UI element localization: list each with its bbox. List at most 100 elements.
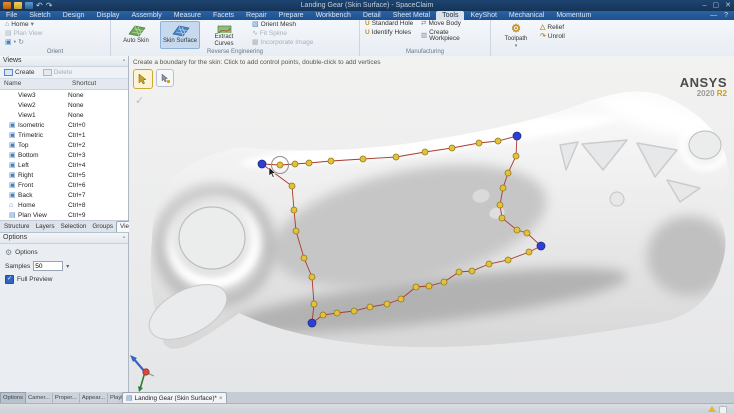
- full-preview-checkbox[interactable]: ✓: [5, 275, 14, 284]
- panel-tab-selection[interactable]: Selection: [57, 222, 89, 232]
- ribbon-tab-sketch[interactable]: Sketch: [23, 11, 56, 20]
- spline-control-point[interactable]: [513, 153, 519, 159]
- panel-tab-layers[interactable]: Layers: [33, 222, 58, 232]
- move-body-button[interactable]: ⇄ Move Body: [421, 21, 473, 28]
- ribbon-tab-display[interactable]: Display: [90, 11, 125, 20]
- extract-curves-button[interactable]: Extract Curves: [204, 21, 244, 49]
- dot-icon[interactable]: •: [14, 39, 16, 47]
- relief-button[interactable]: △ Relief: [540, 24, 565, 32]
- auto-skin-button[interactable]: Auto Skin: [116, 21, 156, 49]
- incorporate-image-button[interactable]: ▦ Incorporate Image: [252, 39, 313, 47]
- spline-control-point[interactable]: [384, 301, 390, 307]
- footer-tab-options[interactable]: Options: [0, 392, 26, 404]
- options-pin-icon[interactable]: ▪: [123, 233, 125, 243]
- view-row-view2[interactable]: View2None: [0, 100, 128, 110]
- spline-control-point[interactable]: [360, 156, 366, 162]
- view-row-back[interactable]: ▣BackCtrl+7: [0, 190, 128, 200]
- skin-surface-button[interactable]: Skin Surface: [160, 21, 200, 49]
- unroll-button[interactable]: ↷ Unroll: [540, 33, 565, 41]
- minimize-ribbon-icon[interactable]: —: [710, 11, 717, 20]
- spline-control-point[interactable]: [291, 207, 297, 213]
- spline-control-point[interactable]: [292, 161, 298, 167]
- spline-control-point[interactable]: [311, 301, 317, 307]
- spline-control-point[interactable]: [486, 261, 492, 267]
- samples-dropdown-icon[interactable]: ▾: [66, 263, 69, 270]
- help-icon[interactable]: ?: [724, 11, 728, 20]
- ribbon-tab-prepare[interactable]: Prepare: [273, 11, 310, 20]
- add-vertices-tool[interactable]: [156, 69, 174, 87]
- ribbon-tab-facets[interactable]: Facets: [207, 11, 240, 20]
- spline-control-point[interactable]: [449, 145, 455, 151]
- tray-close-icon[interactable]: [719, 406, 727, 413]
- spline-control-point[interactable]: [413, 284, 419, 290]
- spline-control-point[interactable]: [328, 158, 334, 164]
- spline-control-point[interactable]: [351, 308, 357, 314]
- view-row-left[interactable]: ▣LeftCtrl+4: [0, 160, 128, 170]
- view-row-view3[interactable]: View3None: [0, 90, 128, 100]
- view-row-top[interactable]: ▣TopCtrl+2: [0, 140, 128, 150]
- spline-control-point[interactable]: [309, 274, 315, 280]
- spline-control-point[interactable]: [441, 279, 447, 285]
- spline-control-point[interactable]: [514, 227, 520, 233]
- ribbon-tab-measure[interactable]: Measure: [168, 11, 207, 20]
- pin-icon[interactable]: ▪: [123, 56, 125, 66]
- spline-vertex[interactable]: [537, 242, 545, 250]
- spline-control-point[interactable]: [422, 149, 428, 155]
- document-close-icon[interactable]: ×: [219, 394, 223, 403]
- ribbon-tab-workbench[interactable]: Workbench: [310, 11, 357, 20]
- orient-mesh-button[interactable]: ▧ Orient Mesh: [252, 21, 313, 29]
- create-view-button[interactable]: Create: [4, 69, 35, 76]
- plan-view-button[interactable]: ▤ Plan View: [5, 30, 42, 38]
- spline-control-point[interactable]: [293, 228, 299, 234]
- ribbon-tab-file[interactable]: File: [0, 11, 23, 20]
- spline-control-point[interactable]: [524, 230, 530, 236]
- spline-control-point[interactable]: [367, 304, 373, 310]
- spline-control-point[interactable]: [320, 312, 326, 318]
- spline-control-point[interactable]: [505, 170, 511, 176]
- cube-view-icon[interactable]: ▣: [5, 39, 12, 47]
- panel-tab-structure[interactable]: Structure: [1, 222, 33, 232]
- spline-control-point[interactable]: [495, 138, 501, 144]
- view-row-bottom[interactable]: ▣BottomCtrl+3: [0, 150, 128, 160]
- ribbon-tab-assembly[interactable]: Assembly: [125, 11, 167, 20]
- spline-vertex[interactable]: [513, 132, 521, 140]
- spline-control-point[interactable]: [526, 249, 532, 255]
- ribbon-tab-sheet-metal[interactable]: Sheet Metal: [387, 11, 436, 20]
- ribbon-tab-detail[interactable]: Detail: [357, 11, 387, 20]
- samples-input[interactable]: [33, 261, 63, 271]
- spline-control-point[interactable]: [393, 154, 399, 160]
- delete-view-button[interactable]: Delete: [43, 69, 73, 76]
- standard-hole-button[interactable]: U Standard Hole: [365, 21, 417, 28]
- view-row-right[interactable]: ▣RightCtrl+5: [0, 170, 128, 180]
- panel-tab-groups[interactable]: Groups: [89, 222, 116, 232]
- spline-control-point[interactable]: [289, 183, 295, 189]
- spline-control-point[interactable]: [301, 255, 307, 261]
- ribbon-tab-tools[interactable]: Tools: [436, 11, 464, 20]
- ribbon-tab-momentum[interactable]: Momentum: [550, 11, 597, 20]
- spline-control-point[interactable]: [306, 160, 312, 166]
- minimize-button[interactable]: –: [703, 0, 707, 11]
- maximize-button[interactable]: ▢: [713, 0, 720, 11]
- document-tab[interactable]: ▤ Landing Gear (Skin Surface)* ×: [122, 392, 227, 403]
- spline-control-point[interactable]: [500, 185, 506, 191]
- fit-spline-button[interactable]: ∿ Fit Spline: [252, 30, 313, 38]
- spline-control-point[interactable]: [426, 283, 432, 289]
- view-row-trimetric[interactable]: ▣TrimetricCtrl+1: [0, 130, 128, 140]
- spline-control-point[interactable]: [499, 215, 505, 221]
- create-workpiece-button[interactable]: ▥ Create Workpiece: [421, 30, 473, 43]
- view-row-plan-view[interactable]: ▤Plan ViewCtrl+9: [0, 210, 128, 220]
- identify-holes-button[interactable]: U Identify Holes: [365, 30, 417, 37]
- view-row-view1[interactable]: View1None: [0, 110, 128, 120]
- modeling-canvas[interactable]: Create a boundary for the skin: Click to…: [129, 56, 734, 392]
- spin-icon[interactable]: ↻: [18, 39, 24, 47]
- ribbon-tab-keyshot[interactable]: KeyShot: [464, 11, 502, 20]
- spline-control-point[interactable]: [497, 202, 503, 208]
- spline-vertex[interactable]: [308, 319, 316, 327]
- footer-tab-camer[interactable]: Camer...: [26, 393, 53, 403]
- footer-tab-proper[interactable]: Proper...: [53, 393, 80, 403]
- view-row-isometric[interactable]: ▣IsometricCtrl+0: [0, 120, 128, 130]
- view-row-home[interactable]: ⌂HomeCtrl+8: [0, 200, 128, 210]
- spline-control-point[interactable]: [334, 310, 340, 316]
- spline-control-point[interactable]: [476, 140, 482, 146]
- spline-control-point[interactable]: [456, 269, 462, 275]
